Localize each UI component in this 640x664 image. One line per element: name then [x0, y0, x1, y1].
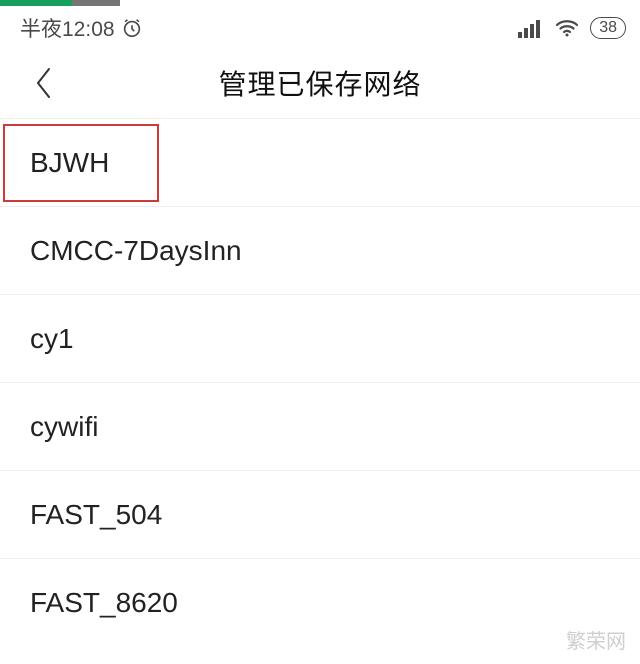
network-ssid: cywifi	[30, 411, 98, 443]
network-ssid: FAST_504	[30, 499, 162, 531]
status-bar: 半夜12:08 38	[0, 6, 640, 48]
signal-icon	[518, 18, 544, 38]
network-ssid: FAST_8620	[30, 587, 178, 619]
status-time: 半夜12:08	[20, 13, 115, 43]
battery-badge: 38	[590, 17, 626, 39]
network-ssid: BJWH	[30, 147, 109, 179]
network-item[interactable]: BJWH	[4, 125, 158, 201]
alarm-icon	[121, 17, 143, 39]
network-ssid: CMCC-7DaysInn	[30, 235, 242, 267]
network-item[interactable]: FAST_504	[0, 471, 640, 559]
network-list: BJWH CMCC-7DaysInn cy1 cywifi FAST_504 F…	[0, 118, 640, 647]
watermark: 繁荣网	[566, 625, 626, 654]
wifi-icon	[554, 18, 580, 38]
network-item[interactable]: CMCC-7DaysInn	[0, 207, 640, 295]
network-ssid: cy1	[30, 323, 74, 355]
network-item[interactable]: cywifi	[0, 383, 640, 471]
network-item[interactable]: cy1	[0, 295, 640, 383]
back-button[interactable]	[24, 63, 64, 103]
top-color-bar	[0, 0, 640, 6]
network-item[interactable]: FAST_8620	[0, 559, 640, 647]
page-title: 管理已保存网络	[20, 63, 620, 103]
nav-bar: 管理已保存网络	[0, 48, 640, 118]
